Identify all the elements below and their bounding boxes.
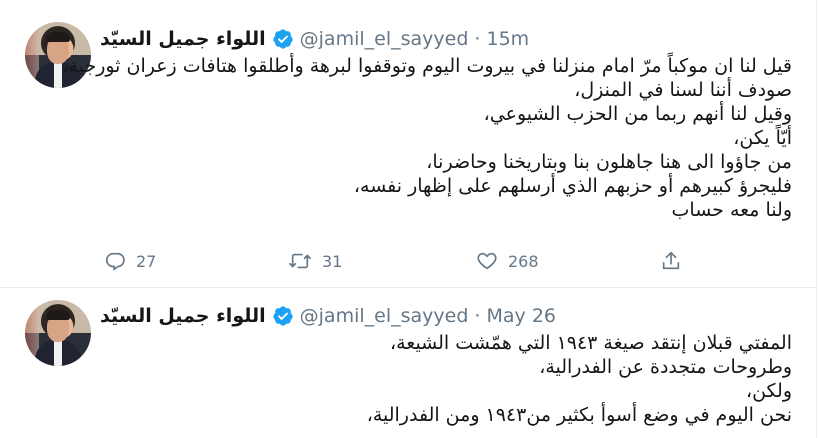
reply-icon (104, 250, 126, 272)
tweet-actions: 27 31 268 (104, 249, 704, 273)
tweet-line: من جاؤوا الى هنا جاهلون بنا وبتاريخنا وح… (426, 151, 792, 173)
avatar[interactable] (25, 300, 91, 366)
reply-button[interactable]: 27 (104, 249, 156, 273)
retweet-icon (288, 250, 312, 272)
tweet-line: قيل لنا ان موكباً مرّ امام منزلنا في بير… (62, 55, 792, 77)
timeline: اللواء جميل السيّد @jamil_el_sayyed · 15… (0, 0, 817, 438)
tweet-header: اللواء جميل السيّد @jamil_el_sayyed · Ma… (100, 302, 556, 330)
retweet-count: 31 (322, 251, 343, 271)
handle-and-time[interactable]: @jamil_el_sayyed · 15m (300, 28, 530, 50)
tweet-line: أيّاً يكن، (733, 127, 792, 149)
display-name[interactable]: اللواء جميل السيّد (100, 305, 266, 327)
handle-and-time[interactable]: @jamil_el_sayyed · May 26 (300, 305, 556, 327)
verified-badge-icon (272, 305, 294, 327)
tweet-line: صودف أننا لسنا في المنزل، (574, 79, 792, 101)
heart-icon (476, 250, 498, 272)
verified-badge-icon (272, 28, 294, 50)
tweet-line: نحن اليوم في وضع أسوأ بكثير من١٩٤٣ ومن ا… (366, 404, 792, 426)
tweet-line: المفتي قبلان إنتقد صيغة ١٩٤٣ التي همّشت … (389, 332, 792, 354)
like-count: 268 (508, 251, 539, 271)
share-button[interactable] (660, 249, 682, 273)
tweet-text: المفتي قبلان إنتقد صيغة ١٩٤٣ التي همّشت … (92, 331, 792, 427)
tweet[interactable]: اللواء جميل السيّد @jamil_el_sayyed · Ma… (0, 288, 816, 438)
retweet-button[interactable]: 31 (288, 249, 342, 273)
tweet-line: وقيل لنا أنهم ربما من الحزب الشيوعي، (483, 103, 792, 125)
tweet-line: ولكن، (745, 380, 792, 402)
tweet-text: قيل لنا ان موكباً مرّ امام منزلنا في بير… (62, 54, 792, 222)
tweet-header: اللواء جميل السيّد @jamil_el_sayyed · 15… (100, 25, 529, 53)
share-icon (660, 250, 682, 272)
tweet-line: وطروحات متجددة عن الفدرالية، (539, 356, 792, 378)
display-name[interactable]: اللواء جميل السيّد (100, 28, 266, 50)
tweet-line: فليجرؤ كبيرهم أو حزبهم الذي أرسلهم على إ… (353, 175, 792, 197)
like-button[interactable]: 268 (476, 249, 539, 273)
tweet-line: ولنا معه حساب (671, 199, 792, 221)
reply-count: 27 (136, 251, 157, 271)
tweet[interactable]: اللواء جميل السيّد @jamil_el_sayyed · 15… (0, 0, 816, 288)
